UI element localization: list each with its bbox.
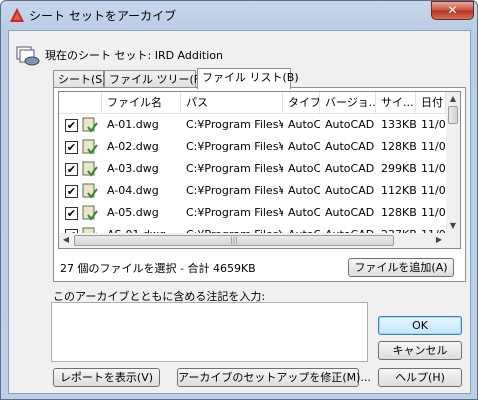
header-size[interactable]: サイ... [376,92,416,114]
cell-filename: A-01.dwg [107,118,159,131]
row-checkbox[interactable]: ✔ [65,207,78,220]
cell-path: C:¥Program Files¥Autodesk [186,184,283,197]
sheet-set-icon [16,46,40,66]
row-checkbox[interactable]: ✔ [65,141,78,154]
row-checkbox[interactable]: ✔ [65,185,78,198]
cell-version: AutoCAD [325,140,375,153]
close-button[interactable]: ✕ [431,1,474,20]
cell-filename: A-05.dwg [107,206,159,219]
dialog-client: 現在のシート セット: IRD Addition シート(S) ファイル ツリー… [8,30,471,394]
scroll-up-icon[interactable]: ▲ [446,92,460,106]
cell-size: 299KB [381,162,416,175]
modify-setup-button[interactable]: アーカイブのセットアップを修正(M)... [177,368,371,387]
cell-type: AutoCAD [288,184,320,197]
cell-type: AutoCAD [288,206,320,219]
file-list-view[interactable]: ファイル名 パス タイプ バージョ... サイ... 日付 ✔ A-01.dwg… [58,91,461,249]
cell-path: C:¥Program Files¥Autodesk [186,118,283,131]
dwg-file-icon [82,139,98,155]
table-row[interactable]: ✔ A-03.dwg C:¥Program Files¥Autodesk Aut… [59,158,446,180]
horizontal-scrollbar[interactable]: ◀ ||| ▶ [59,233,446,248]
cell-date: 11/0 [421,140,446,153]
header-version[interactable]: バージョ... [320,92,376,114]
horizontal-scroll-thumb[interactable]: ||| [74,235,394,246]
cell-size: 133KB [381,118,416,131]
cell-date: 11/0 [421,206,446,219]
cell-version: AutoCAD [325,118,375,131]
cell-version: AutoCAD [325,206,375,219]
title-bar[interactable]: シート セットをアーカイブ ✕ [1,1,477,29]
notes-textarea[interactable] [51,302,368,362]
scroll-corner [446,233,460,248]
table-row[interactable]: ✔ A-05.dwg C:¥Program Files¥Autodesk Aut… [59,202,446,224]
ok-button[interactable]: OK [378,316,462,335]
window-title: シート セットをアーカイブ [29,9,177,23]
header-date[interactable]: 日付 [416,92,446,114]
selection-summary: 27 個のファイルを選択 - 合計 4659KB [60,262,256,275]
table-row[interactable]: ✔ A-04.dwg C:¥Program Files¥Autodesk Aut… [59,180,446,202]
cell-size: 128KB [381,140,416,153]
cell-type: AutoCAD [288,118,320,131]
view-report-button[interactable]: レポートを表示(V) [53,368,160,387]
cell-size: 112KB [381,184,416,197]
autocad-logo-icon [10,8,24,22]
cell-version: AutoCAD [325,162,375,175]
cancel-button[interactable]: キャンセル [378,341,462,360]
dwg-file-icon [82,183,98,199]
table-row[interactable]: ✔ A-01.dwg C:¥Program Files¥Autodesk Aut… [59,114,446,136]
cell-path: C:¥Program Files¥Autodesk [186,162,283,175]
table-row[interactable]: ✔ A-02.dwg C:¥Program Files¥Autodesk Aut… [59,136,446,158]
cell-date: 11/0 [421,184,446,197]
header-filename[interactable]: ファイル名 [102,92,181,114]
cell-date: 11/0 [421,118,446,131]
cell-type: AutoCAD [288,140,320,153]
scroll-left-icon[interactable]: ◀ [59,233,73,247]
tab-file-tree[interactable]: ファイル ツリー(F) [104,70,204,88]
cell-type: AutoCAD [288,162,320,175]
add-file-button[interactable]: ファイルを追加(A) [348,258,454,277]
file-list-panel: ファイル名 パス タイプ バージョ... サイ... 日付 ✔ A-01.dwg… [53,87,466,282]
scroll-right-icon[interactable]: ▶ [432,233,446,247]
dwg-file-icon [82,205,98,221]
row-checkbox[interactable]: ✔ [65,119,78,132]
cell-size: 128KB [381,206,416,219]
tab-file-list[interactable]: ファイル リスト(B) [197,68,299,89]
header-type[interactable]: タイプ [283,92,320,114]
header-check-column[interactable] [59,92,102,114]
cell-filename: A-04.dwg [107,184,159,197]
cell-path: C:¥Program Files¥Autodesk [186,206,283,219]
cell-version: AutoCAD [325,184,375,197]
help-button[interactable]: ヘルプ(H) [378,368,462,387]
header-path[interactable]: パス [181,92,283,114]
tab-sheets[interactable]: シート(S) [53,70,107,88]
current-sheet-set-label: 現在のシート セット: IRD Addition [45,49,223,62]
cell-date: 11/0 [421,162,446,175]
cell-filename: A-03.dwg [107,162,159,175]
dwg-file-icon [82,117,98,133]
vertical-scroll-thumb[interactable] [448,106,458,124]
vertical-scrollbar[interactable]: ▲ ▼ [446,92,460,233]
cell-filename: A-02.dwg [107,140,159,153]
scroll-down-icon[interactable]: ▼ [446,219,460,233]
row-checkbox[interactable]: ✔ [65,163,78,176]
archive-dialog: シート セットをアーカイブ ✕ 現在のシート セット: IRD Addition… [0,0,478,400]
dwg-file-icon [82,161,98,177]
list-header: ファイル名 パス タイプ バージョ... サイ... 日付 [59,92,446,114]
cell-path: C:¥Program Files¥Autodesk [186,140,283,153]
